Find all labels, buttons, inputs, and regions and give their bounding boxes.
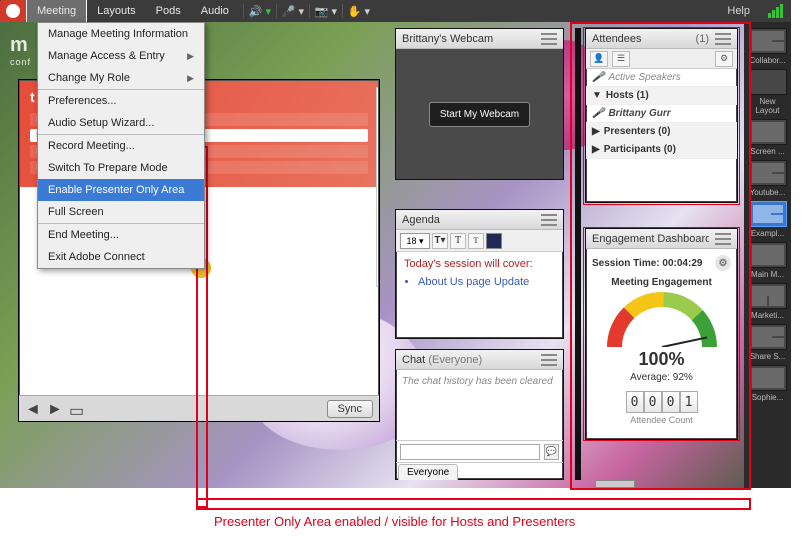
- raise-hand-icon[interactable]: ✋ ▾: [347, 0, 371, 22]
- menu-layouts[interactable]: Layouts: [87, 0, 146, 22]
- webcam-pod: Brittany's Webcam Start My Webcam: [395, 28, 564, 180]
- menu-help[interactable]: Help: [717, 5, 760, 17]
- annotation-text: Presenter Only Area enabled / visible fo…: [214, 514, 575, 529]
- gear-icon[interactable]: ⚙: [715, 255, 731, 271]
- dd-manage-meeting-info[interactable]: Manage Meeting Information: [38, 23, 204, 45]
- dd-prepare-mode[interactable]: Switch To Prepare Mode: [38, 157, 204, 179]
- app-logo[interactable]: [0, 0, 26, 22]
- layout-thumb[interactable]: New Layout: [748, 69, 788, 115]
- dd-full-screen[interactable]: Full Screen: [38, 201, 204, 223]
- menu-audio[interactable]: Audio: [191, 0, 239, 22]
- presenters-section[interactable]: ▶Presenters (0): [586, 123, 737, 141]
- layout-thumb[interactable]: Share S...: [748, 324, 788, 361]
- menu-pods[interactable]: Pods: [146, 0, 191, 22]
- session-time-value: 00:04:29: [662, 258, 702, 269]
- sync-button[interactable]: Sync: [327, 400, 373, 418]
- webcam-icon[interactable]: 📷 ▾: [314, 0, 338, 22]
- webcam-title: Brittany's Webcam: [402, 33, 535, 45]
- engagement-heading: Meeting Engagement: [592, 277, 731, 288]
- presenter-area-divider[interactable]: [575, 28, 581, 480]
- menubar: Meeting Layouts Pods Audio 🔊 ▾ 🎤 ▾ 📷 ▾ ✋…: [0, 0, 791, 22]
- dd-exit[interactable]: Exit Adobe Connect: [38, 246, 204, 268]
- host-user-row[interactable]: 🎤Brittany Gurr: [586, 105, 737, 123]
- connection-signal-icon[interactable]: [768, 4, 783, 18]
- presenter-area-scrollbar[interactable]: [595, 480, 635, 488]
- pod-menu-icon[interactable]: [541, 214, 557, 226]
- dd-preferences[interactable]: Preferences...: [38, 90, 204, 112]
- mic-active-icon: 🎤: [592, 108, 604, 119]
- chat-scope: (Everyone): [428, 354, 482, 366]
- agenda-body[interactable]: Today's session will cover: About Us pag…: [396, 252, 563, 294]
- attendee-count-label: Attendee Count: [592, 415, 731, 425]
- meeting-dropdown: Manage Meeting Information Manage Access…: [37, 22, 205, 269]
- chevron-right-icon: ▶: [187, 51, 194, 62]
- pod-menu-icon[interactable]: [541, 33, 557, 45]
- stop-share-icon[interactable]: ▭: [69, 401, 85, 417]
- menu-meeting[interactable]: Meeting: [26, 0, 87, 22]
- dd-end-meeting[interactable]: End Meeting...: [38, 224, 204, 246]
- engagement-title: Engagement Dashboard: [592, 233, 709, 245]
- agenda-toolbar: 18 ▾ T▾ T T: [396, 230, 563, 252]
- layout-thumb[interactable]: Screen ...: [748, 119, 788, 156]
- layout-thumb[interactable]: Sophie...: [748, 365, 788, 402]
- small-text-icon[interactable]: T: [468, 233, 484, 249]
- attendee-view-icon[interactable]: 👤: [590, 51, 608, 67]
- start-webcam-button[interactable]: Start My Webcam: [429, 102, 530, 127]
- app-stage: Meeting Layouts Pods Audio 🔊 ▾ 🎤 ▾ 📷 ▾ ✋…: [0, 0, 791, 488]
- share-toolbar: ◄ ► ▭ Sync: [19, 395, 379, 421]
- font-size-select[interactable]: 18 ▾: [400, 233, 430, 249]
- prev-slide-icon[interactable]: ◄: [25, 401, 41, 417]
- engagement-gauge: [607, 292, 717, 347]
- agenda-bullet: About Us page Update: [418, 276, 555, 288]
- font-family-icon[interactable]: T▾: [432, 233, 448, 249]
- session-time-label: Session Time:: [592, 258, 660, 269]
- attendees-pod: Attendees (1) 👤 ☰ ⚙ 🎤Active Speakers ▼Hos…: [585, 28, 738, 203]
- slide-grid: MeetingOne is specifically built to addr…: [376, 87, 378, 287]
- layout-thumb[interactable]: Youtube...: [748, 160, 788, 197]
- attendee-options-icon[interactable]: ⚙: [715, 51, 733, 67]
- attendee-status-icon[interactable]: ☰: [612, 51, 630, 67]
- dd-manage-access[interactable]: Manage Access & Entry▶: [38, 45, 204, 67]
- engagement-percent: 100%: [592, 349, 731, 370]
- engagement-pod: Engagement Dashboard Session Time: 00:04…: [585, 228, 738, 440]
- microphone-icon[interactable]: 🎤 ▾: [281, 0, 305, 22]
- attendee-counter: 0001: [592, 391, 731, 413]
- next-slide-icon[interactable]: ►: [47, 401, 63, 417]
- hosts-section[interactable]: ▼Hosts (1): [586, 87, 737, 105]
- chat-tab-everyone[interactable]: Everyone: [398, 464, 458, 480]
- pod-menu-icon[interactable]: [541, 354, 557, 366]
- layout-thumb[interactable]: Collabor...: [748, 28, 788, 65]
- dd-record-meeting[interactable]: Record Meeting...: [38, 135, 204, 157]
- active-speakers-row[interactable]: 🎤Active Speakers: [586, 69, 737, 87]
- chat-history: The chat history has been cleared: [396, 370, 563, 440]
- brand-watermark: mconf: [10, 34, 31, 67]
- participants-section[interactable]: ▶Participants (0): [586, 141, 737, 159]
- engagement-average: Average: 92%: [592, 372, 731, 383]
- layout-thumb[interactable]: Main M...: [748, 242, 788, 279]
- dd-presenter-only-area[interactable]: Enable Presenter Only Area: [38, 179, 204, 201]
- chat-send-icon[interactable]: 💬: [544, 444, 559, 460]
- agenda-title: Agenda: [402, 214, 535, 226]
- chat-title: Chat: [402, 354, 425, 366]
- attendees-count: (1): [696, 33, 709, 45]
- layout-thumb[interactable]: Marketi...: [748, 283, 788, 320]
- normal-text-icon[interactable]: T: [450, 233, 466, 249]
- chat-pod: Chat (Everyone) The chat history has bee…: [395, 349, 564, 480]
- pod-menu-icon[interactable]: [715, 33, 731, 45]
- layout-thumb-selected[interactable]: Exampl...: [748, 201, 788, 238]
- layouts-sidebar: Collabor... New Layout Screen ... Youtub…: [744, 22, 791, 488]
- dd-change-role[interactable]: Change My Role▶: [38, 67, 204, 89]
- chat-input[interactable]: [400, 444, 540, 460]
- pod-menu-icon[interactable]: [715, 233, 731, 245]
- agenda-pod: Agenda 18 ▾ T▾ T T Today's session will …: [395, 209, 564, 339]
- agenda-heading: Today's session will cover:: [404, 258, 555, 270]
- speaker-icon[interactable]: 🔊 ▾: [248, 0, 272, 22]
- annotation-line: [196, 498, 751, 510]
- dd-audio-setup[interactable]: Audio Setup Wizard...: [38, 112, 204, 134]
- text-color-icon[interactable]: [486, 233, 502, 249]
- attendees-title: Attendees: [592, 33, 690, 45]
- chevron-right-icon: ▶: [187, 73, 194, 84]
